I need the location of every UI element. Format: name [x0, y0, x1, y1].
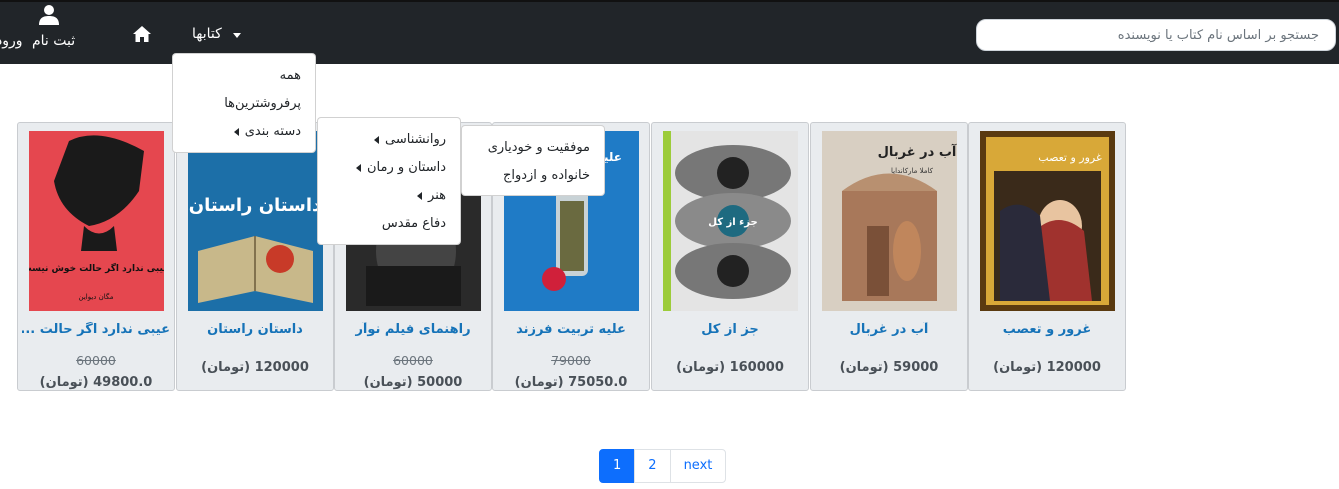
books-dropdown-menu: همه پرفروشترین‌ها دسته بندی — [172, 53, 316, 153]
svg-text:عیبی ندارد اگر حالت خوش نیست: عیبی ندارد اگر حالت خوش نیست — [29, 262, 164, 274]
home-icon[interactable] — [132, 25, 152, 43]
chevron-left-icon — [233, 127, 239, 136]
book-card[interactable]: داستان راستان داستان راستان 120000 (توما… — [176, 122, 334, 391]
search-input[interactable] — [977, 20, 1335, 50]
menu-item-fiction-label: داستان و رمان — [366, 160, 446, 175]
svg-text:غرور و تعصب: غرور و تعصب — [1038, 151, 1102, 164]
categories-submenu: روانشناسی داستان و رمان هنر دفاع مقدس — [317, 117, 461, 245]
chevron-left-icon — [374, 135, 379, 144]
page-1-button[interactable]: 1 — [599, 449, 636, 483]
chevron-left-icon — [355, 163, 361, 172]
book-title[interactable]: عیبی ندارد اگر حالت ... — [22, 322, 170, 337]
search-box — [976, 19, 1336, 51]
book-cover-image[interactable]: عیبی ندارد اگر حالت خوش نیست مگان دیواین — [29, 131, 164, 311]
book-cover-image[interactable]: جزء از کل — [663, 131, 798, 311]
book-cover-image[interactable]: داستان راستان — [188, 131, 323, 311]
menu-item-family-marriage[interactable]: خانواده و ازدواج — [462, 162, 604, 190]
pagination: 1 2 next — [599, 449, 727, 483]
login-link[interactable]: ورود — [0, 33, 23, 49]
user-auth-area: ورود ثبت نام — [0, 2, 80, 64]
book-title[interactable]: علیه تربیت فرزند — [497, 322, 645, 337]
book-price: 120000 (تومان) — [201, 360, 309, 375]
menu-item-bestsellers[interactable]: پرفروشترین‌ها — [173, 90, 315, 118]
svg-text:داستان راستان: داستان راستان — [189, 195, 322, 216]
book-card[interactable]: عیبی ندارد اگر حالت خوش نیست مگان دیواین… — [17, 122, 175, 391]
menu-item-psychology-label: روانشناسی — [385, 132, 446, 147]
register-link[interactable]: ثبت نام — [32, 33, 75, 49]
book-cover-image[interactable]: غرور و تعصب — [980, 131, 1115, 311]
menu-item-fiction[interactable]: داستان و رمان — [318, 154, 460, 182]
book-price: 120000 (تومان) — [993, 360, 1101, 375]
book-price: 50000 (تومان) — [363, 375, 463, 390]
svg-text:آب در غربال: آب در غربال — [878, 143, 957, 160]
user-icon[interactable] — [38, 4, 60, 26]
book-old-price: 60000 — [76, 353, 116, 368]
book-price: 75050.0 (تومان) — [514, 375, 628, 390]
psychology-submenu: موفقیت و خودیاری خانواده و ازدواج — [461, 125, 605, 196]
menu-item-categories[interactable]: دسته بندی — [173, 118, 315, 146]
menu-item-categories-label: دسته بندی — [244, 124, 301, 139]
book-price: 49800.0 (تومان) — [39, 375, 153, 390]
page-2-button[interactable]: 2 — [634, 449, 671, 483]
book-card[interactable]: غرور و تعصب غرور و تعصب 120000 (تومان) — [968, 122, 1126, 391]
menu-item-psychology[interactable]: روانشناسی — [318, 126, 460, 154]
books-menu-toggle[interactable]: کتابها — [192, 26, 222, 42]
book-title[interactable]: غرور و تعصب — [973, 322, 1121, 337]
book-title[interactable]: جز از کل — [656, 322, 804, 337]
svg-text:کاملا مارکاندایا: کاملا مارکاندایا — [891, 167, 934, 175]
book-title[interactable]: راهنمای فیلم نوآر — [339, 322, 487, 337]
menu-item-sacred-defense[interactable]: دفاع مقدس — [318, 210, 460, 238]
book-old-price: 79000 — [551, 353, 591, 368]
book-price: 59000 (تومان) — [839, 360, 939, 375]
menu-item-art-label: هنر — [428, 188, 446, 203]
book-title[interactable]: آب در غربال — [815, 322, 963, 337]
book-card[interactable]: آب در غربال کاملا مارکاندایا آب در غربال… — [810, 122, 968, 391]
chevron-left-icon — [417, 191, 423, 200]
book-cover-image[interactable]: آب در غربال کاملا مارکاندایا — [822, 131, 957, 311]
menu-item-success-self-help[interactable]: موفقیت و خودیاری — [462, 134, 604, 162]
book-old-price: 60000 — [393, 353, 433, 368]
svg-text:مگان دیواین: مگان دیواین — [78, 292, 113, 301]
menu-item-art[interactable]: هنر — [318, 182, 460, 210]
book-card[interactable]: جزء از کل جز از کل 160000 (تومان) — [651, 122, 809, 391]
menu-item-all[interactable]: همه — [173, 62, 315, 90]
chevron-down-icon — [233, 33, 241, 38]
book-title[interactable]: داستان راستان — [181, 322, 329, 337]
next-page-button[interactable]: next — [669, 449, 727, 483]
svg-text:جزء از کل: جزء از کل — [708, 217, 757, 228]
book-price: 160000 (تومان) — [676, 360, 784, 375]
